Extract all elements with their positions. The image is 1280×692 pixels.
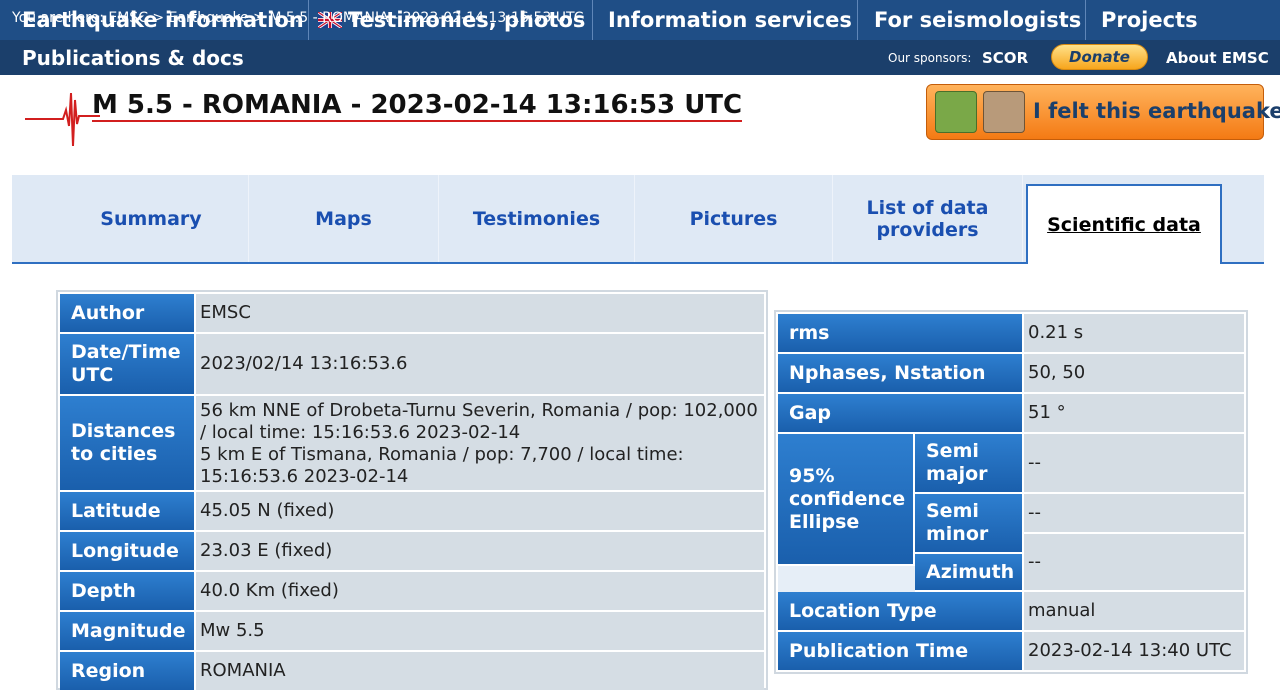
- tab-bar: Summary Maps Testimonies Pictures List o…: [12, 175, 1264, 264]
- felt-earthquake-button[interactable]: I felt this earthquake: [926, 84, 1280, 140]
- tab-data-providers[interactable]: List of data providers: [833, 175, 1023, 262]
- azimuth-label: Azimuth: [915, 554, 1024, 592]
- depth-value: 40.0 Km (fixed): [196, 572, 764, 612]
- region-label: Region: [60, 652, 196, 692]
- latitude-label: Latitude: [60, 492, 196, 532]
- distances-value: 56 km NNE of Drobeta-Turnu Severin, Roma…: [196, 396, 764, 492]
- nav-projects[interactable]: Projects: [1093, 0, 1280, 40]
- author-value: EMSC: [196, 294, 764, 334]
- tab-summary[interactable]: Summary: [54, 175, 249, 262]
- nphases-label: Nphases, Nstation: [778, 354, 1024, 394]
- semi-major-label: Semi major: [915, 434, 1024, 494]
- publication-time-label: Publication Time: [778, 632, 1024, 672]
- azimuth-value: --: [1024, 534, 1244, 592]
- nav-publications-docs[interactable]: Publications & docs: [22, 46, 244, 70]
- nav-for-seismologists[interactable]: For seismologists: [866, 0, 1086, 40]
- breadcrumb[interactable]: You are here: EMSC > Earthquake > M 5.5 …: [12, 10, 584, 26]
- magnitude-label: Magnitude: [60, 612, 196, 652]
- latitude-value: 45.05 N (fixed): [196, 492, 764, 532]
- sponsors-label: Our sponsors:: [888, 51, 972, 65]
- semi-minor-label: Semi minor: [915, 494, 1024, 554]
- region-value: ROMANIA: [196, 652, 764, 692]
- tab-pictures[interactable]: Pictures: [635, 175, 833, 262]
- event-details-table: Author EMSC Date/Time UTC 2023/02/14 13:…: [56, 290, 768, 692]
- depth-label: Depth: [60, 572, 196, 612]
- tab-maps[interactable]: Maps: [249, 175, 439, 262]
- nphases-value: 50, 50: [1024, 354, 1244, 394]
- distances-label: Distances to cities: [60, 396, 196, 492]
- semi-minor-value: --: [1024, 494, 1244, 534]
- tab-scientific-data[interactable]: Scientific data: [1026, 184, 1222, 264]
- semi-major-value: --: [1024, 434, 1244, 494]
- datetime-value: 2023/02/14 13:16:53.6: [196, 334, 764, 396]
- page-title: M 5.5 - ROMANIA - 2023-02-14 13:16:53 UT…: [92, 90, 743, 122]
- donate-button[interactable]: Donate: [1051, 44, 1148, 70]
- magnitude-value: Mw 5.5: [196, 612, 764, 652]
- location-type-value: manual: [1024, 592, 1244, 632]
- gap-label: Gap: [778, 394, 1024, 434]
- building-thumbnail-icon: [983, 91, 1025, 133]
- rms-value: 0.21 s: [1024, 314, 1244, 354]
- longitude-label: Longitude: [60, 532, 196, 572]
- nav-information-services[interactable]: Information services: [600, 0, 858, 40]
- rms-label: rms: [778, 314, 1024, 354]
- ellipse-label-spacer: [778, 566, 915, 592]
- author-label: Author: [60, 294, 196, 334]
- ellipse-label: 95% confidence Ellipse: [778, 434, 915, 566]
- sponsor-scor-link[interactable]: SCOR: [982, 49, 1028, 67]
- location-quality-table: rms 0.21 s Nphases, Nstation 50, 50 Gap …: [774, 310, 1248, 674]
- seismogram-icon: [25, 92, 100, 147]
- datetime-label: Date/Time UTC: [60, 334, 196, 396]
- gap-value: 51 °: [1024, 394, 1244, 434]
- longitude-value: 23.03 E (fixed): [196, 532, 764, 572]
- about-emsc-link[interactable]: About EMSC: [1166, 49, 1269, 67]
- location-type-label: Location Type: [778, 592, 1024, 632]
- publication-time-value: 2023-02-14 13:40 UTC: [1024, 632, 1244, 672]
- tab-testimonies[interactable]: Testimonies: [439, 175, 635, 262]
- map-thumbnail-icon: [935, 91, 977, 133]
- felt-earthquake-label: I felt this earthquake: [1033, 99, 1280, 123]
